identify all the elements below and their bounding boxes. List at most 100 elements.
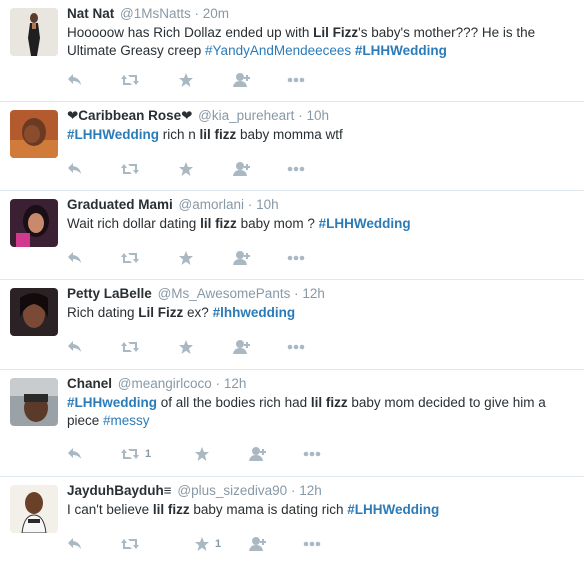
tweet[interactable]: JayduhBayduh≡ @plus_sizediva90 · 12h I c… — [0, 477, 584, 565]
avatar[interactable] — [10, 199, 58, 247]
follow-icon[interactable] — [248, 444, 268, 464]
keyword-highlight: lil fizz — [152, 502, 190, 517]
more-options-icon[interactable] — [287, 248, 305, 268]
keyword-highlight: Lil Fizz — [138, 305, 184, 320]
avatar[interactable] — [10, 485, 58, 533]
tweet-fullname[interactable]: JayduhBayduh≡ — [67, 483, 172, 498]
hashtag-link[interactable]: #LHHWedding — [67, 127, 159, 142]
avatar[interactable] — [10, 288, 58, 336]
tweet-text: #LHHWedding rich n lil fizz baby momma w… — [67, 126, 574, 144]
more-options-icon[interactable] — [287, 70, 305, 90]
text-run: Rich dating — [67, 305, 139, 320]
separator-dot: · — [294, 286, 299, 301]
tweet-timestamp[interactable]: 12h — [224, 376, 247, 391]
reply-icon[interactable] — [67, 70, 83, 90]
keyword-highlight: lil fizz — [199, 127, 237, 142]
hashtag-link[interactable]: #YandyAndMendeecees — [205, 43, 351, 58]
favorite-icon[interactable] — [194, 444, 210, 464]
follow-icon[interactable] — [232, 70, 252, 90]
tweet[interactable]: Graduated Mami @amorlani · 10h Wait rich… — [0, 191, 584, 280]
reply-icon[interactable] — [67, 534, 83, 554]
hashtag-link[interactable]: #LHHWedding — [319, 216, 411, 231]
tweet-timestamp[interactable]: 10h — [306, 108, 329, 123]
reply-icon[interactable] — [67, 248, 83, 268]
text-run: of all the bodies rich had — [157, 395, 311, 410]
tweet-fullname[interactable]: Chanel — [67, 376, 112, 391]
tweet-fullname[interactable]: ❤Caribbean Rose❤ — [67, 108, 192, 123]
follow-icon[interactable] — [248, 534, 268, 554]
avatar-image — [10, 378, 58, 426]
tweet-username[interactable]: @kia_pureheart — [198, 108, 294, 123]
tweet-fullname[interactable]: Graduated Mami — [67, 197, 173, 212]
text-run: baby momma wtf — [236, 127, 343, 142]
more-options-icon[interactable] — [287, 159, 305, 179]
hashtag-link[interactable]: #lhhwedding — [213, 305, 296, 320]
separator-dot: · — [215, 376, 221, 391]
keyword-highlight: lil fizz — [310, 395, 348, 410]
hashtag-link[interactable]: #LHHwedding — [67, 395, 157, 410]
follow-icon[interactable] — [232, 337, 252, 357]
tweet-username[interactable]: @meangirlcoco — [118, 376, 212, 391]
tweet[interactable]: Chanel @meangirlcoco · 12h #LHHwedding o… — [0, 370, 584, 477]
tweet-timeline: Nat Nat @1MsNatts · 20m Hooooow has Rich… — [0, 0, 584, 565]
follow-icon[interactable] — [232, 248, 252, 268]
tweet-text: #LHHwedding of all the bodies rich had l… — [67, 394, 574, 430]
tweet[interactable]: Nat Nat @1MsNatts · 20m Hooooow has Rich… — [0, 0, 584, 102]
tweet-timestamp[interactable]: 20m — [203, 6, 229, 21]
text-run: ex? — [183, 305, 213, 320]
favorite-icon[interactable] — [178, 159, 194, 179]
tweet-username[interactable]: @1MsNatts — [120, 6, 191, 21]
avatar[interactable] — [10, 110, 58, 158]
retweet-icon[interactable] — [120, 534, 140, 554]
more-options-icon[interactable] — [303, 444, 321, 464]
retweet-count: 1 — [145, 448, 152, 460]
tweet-timestamp[interactable]: 12h — [302, 286, 325, 301]
separator-dot: · — [194, 6, 200, 21]
favorite-icon[interactable] — [178, 70, 194, 90]
retweet-icon[interactable] — [120, 337, 140, 357]
retweet-icon[interactable]: 1 — [120, 444, 151, 464]
favorite-icon[interactable] — [178, 248, 194, 268]
reply-icon[interactable] — [67, 444, 83, 464]
keyword-highlight: Lil Fizz — [313, 25, 359, 40]
tweet-fullname[interactable]: Nat Nat — [67, 6, 114, 21]
more-options-icon[interactable] — [287, 337, 305, 357]
hashtag-link[interactable]: #LHHWedding — [355, 43, 447, 58]
tweet[interactable]: ❤Caribbean Rose❤ @kia_pureheart · 10h #L… — [0, 102, 584, 191]
tweet-username[interactable]: @Ms_AwesomePants — [158, 286, 291, 301]
keyword-highlight: lil fizz — [200, 216, 237, 231]
follow-icon[interactable] — [232, 159, 252, 179]
tweet-text: I can't believe lil fizz baby mama is da… — [67, 501, 574, 519]
text-run: Wait rich dollar dating — [67, 216, 201, 231]
text-run: baby mom ? — [236, 216, 319, 231]
tweet[interactable]: Petty LaBelle @Ms_AwesomePants · 12h Ric… — [0, 280, 584, 370]
tweet-fullname[interactable]: Petty LaBelle — [67, 286, 152, 301]
avatar-image — [10, 110, 58, 158]
avatar-image — [10, 485, 58, 533]
avatar-image — [10, 288, 58, 336]
avatar[interactable] — [10, 8, 58, 56]
tweet-timestamp[interactable]: 10h — [256, 197, 279, 212]
reply-icon[interactable] — [67, 159, 83, 179]
reply-icon[interactable] — [67, 337, 83, 357]
tweet-timestamp[interactable]: 12h — [299, 483, 322, 498]
tweet-text: Wait rich dollar dating lil fizz baby mo… — [67, 215, 574, 233]
separator-dot: · — [290, 483, 296, 498]
text-run: baby mama is dating rich — [189, 502, 348, 517]
retweet-icon[interactable] — [120, 248, 140, 268]
hashtag-link[interactable]: #LHHWedding — [347, 502, 439, 517]
tweet-username[interactable]: @amorlani — [179, 197, 244, 212]
text-run: I can't believe — [67, 502, 153, 517]
tweet-text: Rich dating Lil Fizz ex? #lhhwedding — [67, 304, 574, 322]
more-options-icon[interactable] — [303, 534, 321, 554]
favorite-icon[interactable]: 1 — [194, 534, 221, 554]
retweet-icon[interactable] — [120, 70, 140, 90]
favorite-icon[interactable] — [178, 337, 194, 357]
avatar-image — [10, 199, 58, 247]
tweet-username[interactable]: @plus_sizediva90 — [177, 483, 287, 498]
avatar[interactable] — [10, 378, 58, 426]
hashtag-link[interactable]: #messy — [103, 413, 150, 428]
avatar-image — [10, 8, 58, 56]
retweet-icon[interactable] — [120, 159, 140, 179]
separator-dot: · — [247, 197, 253, 212]
